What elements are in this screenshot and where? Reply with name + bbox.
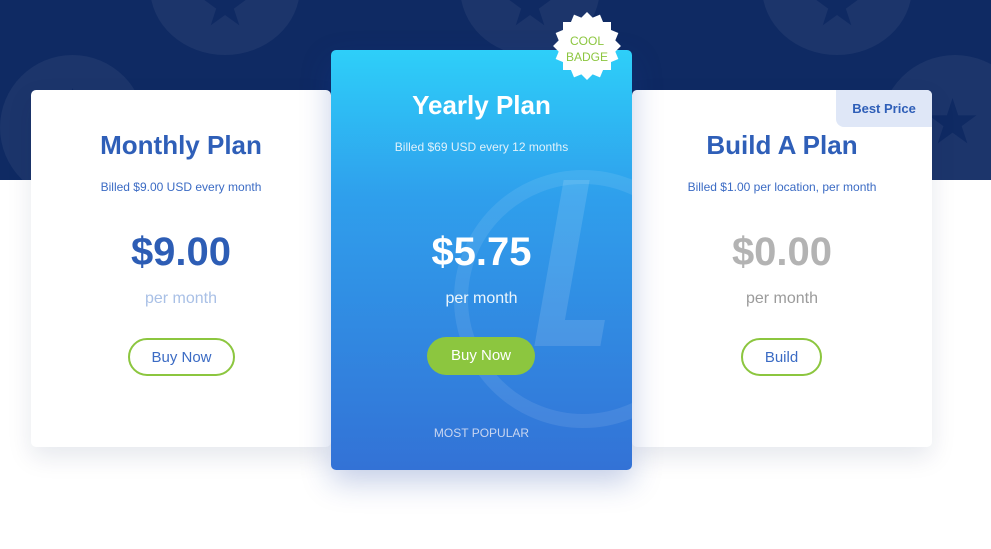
plan-period: per month	[445, 290, 518, 307]
star-icon: ★	[810, 0, 864, 40]
buy-now-button[interactable]: Buy Now	[128, 338, 235, 376]
buy-now-button[interactable]: Buy Now	[427, 337, 535, 375]
plan-price: $0.00	[731, 230, 833, 274]
plan-title: Monthly Plan	[100, 130, 262, 160]
best-price-ribbon: Best Price	[836, 90, 932, 127]
star-icon: ★	[198, 0, 252, 40]
badge-line-2: BADGE	[565, 50, 608, 64]
pricing-card-yearly: Yearly Plan Billed $69 USD every 12 mont…	[331, 50, 632, 470]
plan-price: $5.75	[431, 230, 532, 274]
plan-billing-text: Billed $69 USD every 12 months	[394, 140, 569, 154]
badge-line-1: COOL	[569, 34, 604, 48]
pricing-card-build: Best Price Build A Plan Billed $1.00 per…	[632, 90, 932, 447]
most-popular-label: MOST POPULAR	[433, 426, 530, 440]
plan-period: per month	[745, 290, 819, 307]
badge-text: COOL BADGE	[553, 33, 621, 65]
plan-price: $9.00	[130, 230, 232, 274]
plan-period: per month	[144, 290, 218, 307]
build-button[interactable]: Build	[741, 338, 822, 376]
plan-title: Build A Plan	[706, 130, 858, 160]
pricing-card-monthly: Monthly Plan Billed $9.00 USD every mont…	[31, 90, 331, 447]
plan-billing-text: Billed $9.00 USD every month	[100, 180, 262, 194]
cool-badge: COOL BADGE	[553, 12, 621, 80]
plan-billing-text: Billed $1.00 per location, per month	[687, 180, 877, 194]
plan-title: Yearly Plan	[412, 90, 551, 120]
